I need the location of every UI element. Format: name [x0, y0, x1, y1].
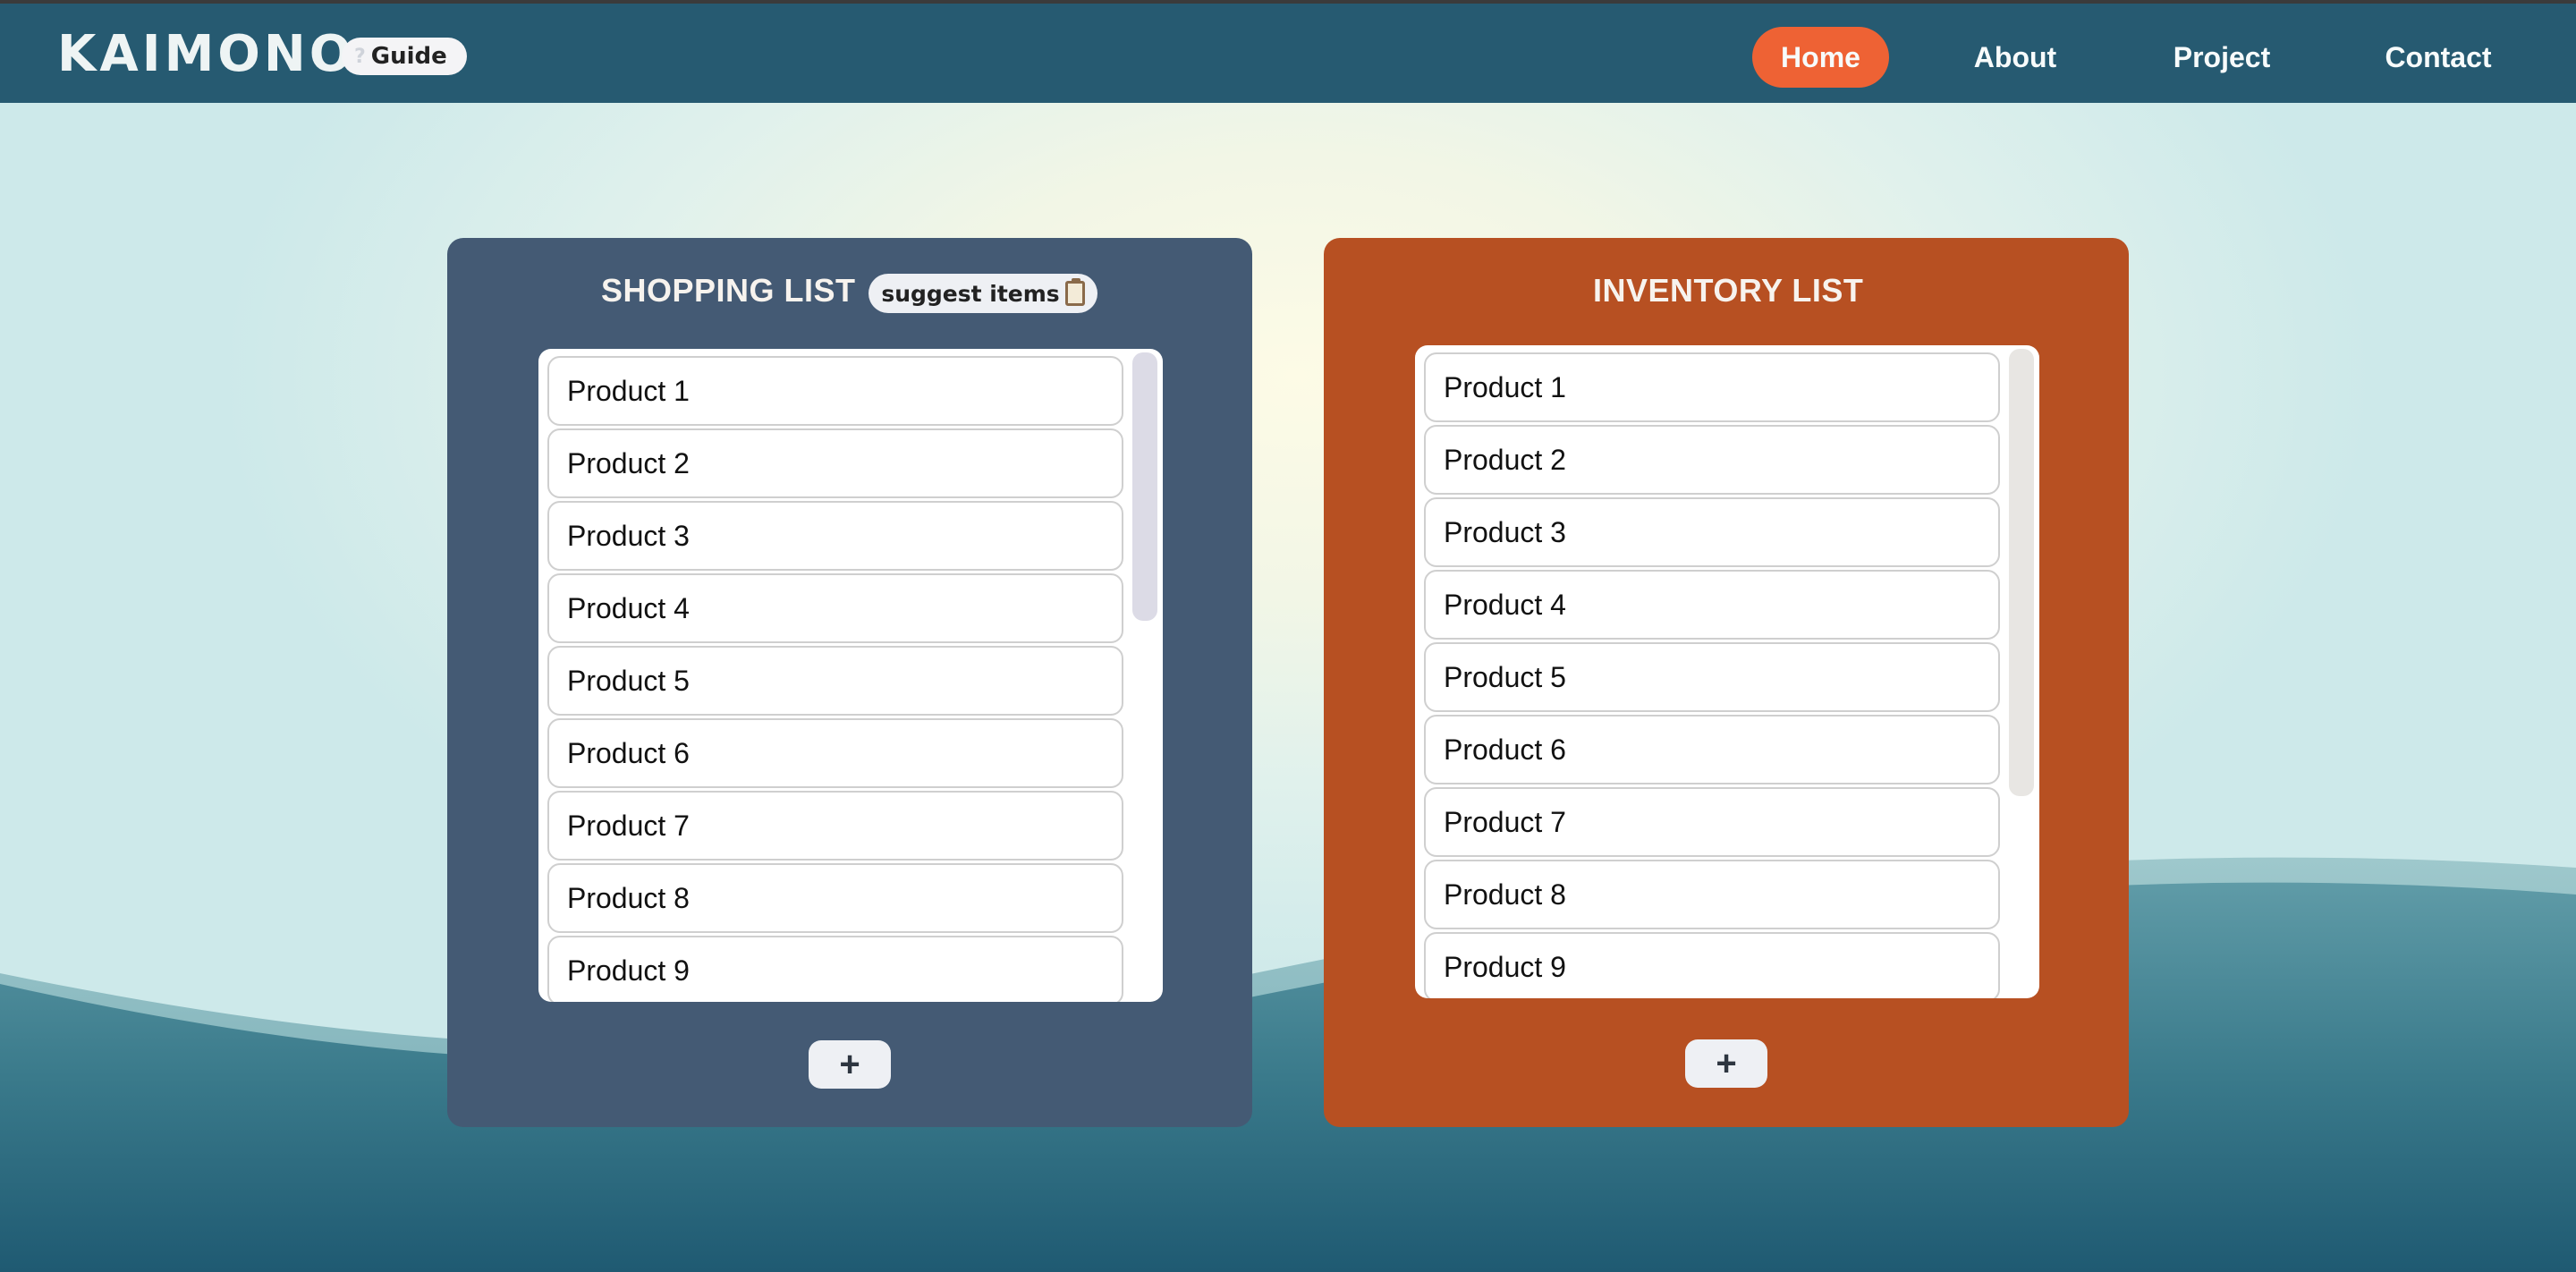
list-item[interactable]: Product 2	[547, 428, 1123, 498]
list-item[interactable]: Product 8	[1424, 860, 2000, 929]
list-item[interactable]: Product 7	[547, 791, 1123, 861]
list-item[interactable]: Product 4	[1424, 570, 2000, 640]
nav-contact[interactable]: Contact	[2372, 27, 2504, 88]
inventory-list-title: INVENTORY LIST	[1593, 272, 1864, 309]
nav-home[interactable]: Home	[1752, 27, 1889, 88]
list-item[interactable]: Product 1	[1424, 352, 2000, 422]
guide-label: Guide	[370, 43, 447, 70]
background-waves	[0, 857, 2576, 1272]
list-item[interactable]: Product 6	[547, 718, 1123, 788]
inventory-list-scrollbar[interactable]	[2009, 349, 2034, 993]
scrollbar-thumb[interactable]	[1132, 352, 1157, 621]
list-item[interactable]: Product 3	[1424, 497, 2000, 567]
list-item[interactable]: Product 5	[1424, 642, 2000, 712]
suggest-items-label: suggest items	[881, 280, 1060, 307]
inventory-list-box: Product 1 Product 2 Product 3 Product 4 …	[1415, 345, 2039, 998]
add-shopping-item-button[interactable]: +	[809, 1040, 891, 1089]
suggest-items-button[interactable]: suggest items	[869, 274, 1097, 313]
list-item[interactable]: Product 4	[547, 573, 1123, 643]
add-inventory-item-button[interactable]: +	[1685, 1039, 1767, 1088]
top-nav-bar: KAIMONO ? Guide Home About Project Conta…	[0, 0, 2576, 103]
nav-project[interactable]: Project	[2156, 27, 2288, 88]
guide-button[interactable]: ? Guide	[342, 38, 467, 75]
inventory-list-panel: INVENTORY LIST Product 1 Product 2 Produ…	[1324, 238, 2129, 1127]
scrollbar-thumb[interactable]	[2009, 349, 2034, 796]
shopping-list-scrollbar[interactable]	[1132, 352, 1157, 996]
list-item[interactable]: Product 9	[1424, 932, 2000, 998]
shopping-list-panel: SHOPPING LIST suggest items Product 1 Pr…	[447, 238, 1252, 1127]
list-item[interactable]: Product 6	[1424, 715, 2000, 784]
clipboard-icon	[1064, 278, 1085, 306]
brand-logo[interactable]: KAIMONO	[57, 23, 355, 86]
list-item[interactable]: Product 7	[1424, 787, 2000, 857]
list-item[interactable]: Product 1	[547, 356, 1123, 426]
list-item[interactable]: Product 9	[547, 936, 1123, 1002]
list-item[interactable]: Product 8	[547, 863, 1123, 933]
help-icon: ?	[354, 45, 366, 68]
list-item[interactable]: Product 5	[547, 646, 1123, 716]
shopping-list-title: SHOPPING LIST	[601, 272, 856, 309]
list-item[interactable]: Product 3	[547, 501, 1123, 571]
nav-about[interactable]: About	[1957, 27, 2073, 88]
shopping-list-box: Product 1 Product 2 Product 3 Product 4 …	[538, 349, 1163, 1002]
list-item[interactable]: Product 2	[1424, 425, 2000, 495]
